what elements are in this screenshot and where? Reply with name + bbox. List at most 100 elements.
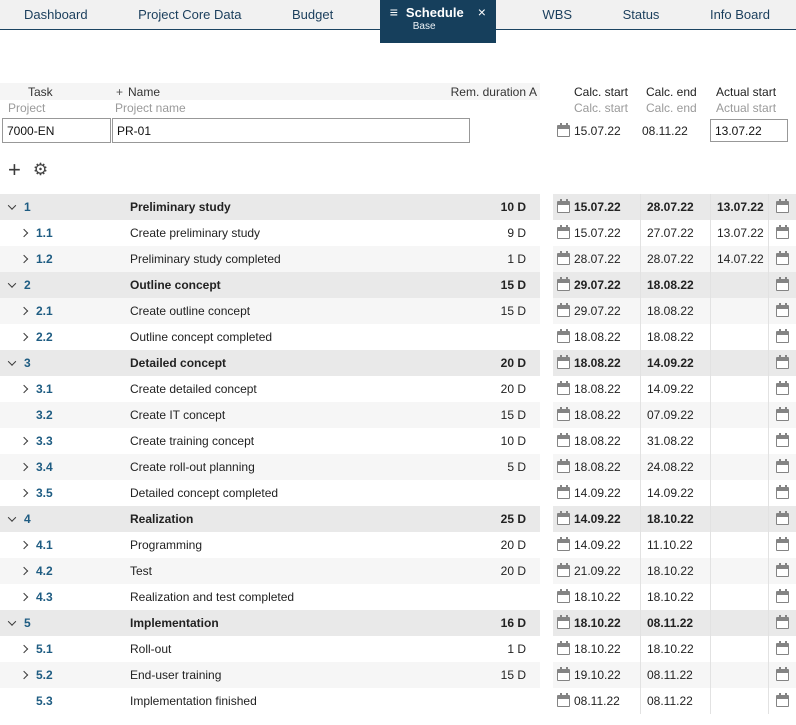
- task-number[interactable]: 3.5: [36, 486, 53, 500]
- tab-info-board[interactable]: Info Board: [706, 0, 774, 30]
- calendar-icon[interactable]: [557, 122, 570, 137]
- task-number[interactable]: 4: [24, 512, 31, 526]
- calendar-icon[interactable]: [557, 615, 570, 629]
- task-name[interactable]: Create training concept: [130, 434, 442, 448]
- calendar-icon[interactable]: [557, 381, 570, 395]
- task-number[interactable]: 4.3: [36, 590, 53, 604]
- calendar-icon[interactable]: [776, 485, 789, 499]
- task-name[interactable]: Create detailed concept: [130, 382, 442, 396]
- row-toggle[interactable]: [18, 592, 30, 602]
- row-toggle[interactable]: [6, 617, 18, 626]
- task-name[interactable]: Implementation: [130, 616, 442, 630]
- calendar-icon[interactable]: [557, 693, 570, 707]
- task-number[interactable]: 2.1: [36, 304, 53, 318]
- row-toggle[interactable]: [6, 513, 18, 522]
- task-number[interactable]: 3.2: [36, 408, 53, 422]
- row-toggle[interactable]: [18, 670, 30, 680]
- task-number[interactable]: 5: [24, 616, 31, 630]
- tab-wbs[interactable]: WBS: [538, 0, 576, 30]
- task-number[interactable]: 4.1: [36, 538, 53, 552]
- add-task-icon[interactable]: +: [8, 158, 21, 180]
- row-toggle[interactable]: [18, 384, 30, 394]
- calendar-icon[interactable]: [557, 303, 570, 317]
- calendar-icon[interactable]: [557, 511, 570, 525]
- panel-splitter[interactable]: [540, 83, 553, 100]
- calendar-icon[interactable]: [776, 329, 789, 343]
- row-toggle[interactable]: [18, 436, 30, 446]
- calendar-icon[interactable]: [557, 459, 570, 473]
- row-toggle[interactable]: [18, 412, 30, 418]
- calendar-icon[interactable]: [776, 641, 789, 655]
- calendar-icon[interactable]: [776, 615, 789, 629]
- row-toggle[interactable]: [18, 644, 30, 654]
- calendar-icon[interactable]: [776, 693, 789, 707]
- row-toggle[interactable]: [18, 462, 30, 472]
- tab-project-core-data[interactable]: Project Core Data: [134, 0, 245, 30]
- task-name[interactable]: Outline concept completed: [130, 330, 442, 344]
- task-number[interactable]: 3.1: [36, 382, 53, 396]
- calendar-icon[interactable]: [776, 667, 789, 681]
- calendar-icon[interactable]: [557, 407, 570, 421]
- row-toggle[interactable]: [18, 254, 30, 264]
- project-id-input[interactable]: [2, 118, 111, 143]
- task-name[interactable]: Detailed concept completed: [130, 486, 442, 500]
- calendar-icon[interactable]: [557, 355, 570, 369]
- task-name[interactable]: Detailed concept: [130, 356, 442, 370]
- project-actual-start-input[interactable]: [710, 119, 788, 142]
- calendar-icon[interactable]: [776, 277, 789, 291]
- task-name[interactable]: Outline concept: [130, 278, 442, 292]
- menu-icon[interactable]: ≡: [390, 4, 398, 20]
- task-number[interactable]: 1: [24, 200, 31, 214]
- calendar-icon[interactable]: [776, 199, 789, 213]
- task-number[interactable]: 5.1: [36, 642, 53, 656]
- task-name[interactable]: Create roll-out planning: [130, 460, 442, 474]
- calendar-icon[interactable]: [776, 225, 789, 239]
- task-name[interactable]: Roll-out: [130, 642, 442, 656]
- tab-dashboard[interactable]: Dashboard: [20, 0, 92, 30]
- calendar-icon[interactable]: [557, 537, 570, 551]
- calendar-icon[interactable]: [776, 433, 789, 447]
- row-toggle[interactable]: [18, 488, 30, 498]
- row-toggle[interactable]: [6, 279, 18, 288]
- calendar-icon[interactable]: [776, 303, 789, 317]
- task-name[interactable]: Preliminary study completed: [130, 252, 442, 266]
- calendar-icon[interactable]: [557, 277, 570, 291]
- task-number[interactable]: 5.2: [36, 668, 53, 682]
- project-name-input[interactable]: [112, 118, 470, 143]
- row-toggle[interactable]: [18, 698, 30, 704]
- calendar-icon[interactable]: [776, 511, 789, 525]
- calendar-icon[interactable]: [776, 251, 789, 265]
- task-name[interactable]: Programming: [130, 538, 442, 552]
- task-number[interactable]: 2: [24, 278, 31, 292]
- calendar-icon[interactable]: [557, 199, 570, 213]
- task-number[interactable]: 1.1: [36, 226, 53, 240]
- calendar-icon[interactable]: [776, 537, 789, 551]
- calendar-icon[interactable]: [557, 433, 570, 447]
- tab-schedule[interactable]: ≡ Schedule × Base: [379, 0, 496, 43]
- tab-budget[interactable]: Budget: [288, 0, 337, 30]
- task-name[interactable]: Test: [130, 564, 442, 578]
- settings-gear-icon[interactable]: ⚙: [33, 160, 48, 180]
- task-name[interactable]: Implementation finished: [130, 694, 442, 708]
- row-toggle[interactable]: [18, 306, 30, 316]
- calendar-icon[interactable]: [776, 589, 789, 603]
- calendar-icon[interactable]: [557, 563, 570, 577]
- task-number[interactable]: 3.4: [36, 460, 53, 474]
- row-toggle[interactable]: [18, 228, 30, 238]
- task-name[interactable]: Create preliminary study: [130, 226, 442, 240]
- add-column-icon[interactable]: +: [116, 85, 128, 99]
- calendar-icon[interactable]: [557, 251, 570, 265]
- calendar-icon[interactable]: [557, 485, 570, 499]
- calendar-icon[interactable]: [776, 563, 789, 577]
- task-name[interactable]: Realization and test completed: [130, 590, 442, 604]
- task-number[interactable]: 3.3: [36, 434, 53, 448]
- task-name[interactable]: End-user training: [130, 668, 442, 682]
- calendar-icon[interactable]: [776, 407, 789, 421]
- row-toggle[interactable]: [18, 332, 30, 342]
- task-name[interactable]: Create IT concept: [130, 408, 442, 422]
- row-toggle[interactable]: [18, 566, 30, 576]
- tab-status[interactable]: Status: [619, 0, 664, 30]
- calendar-icon[interactable]: [557, 589, 570, 603]
- calendar-icon[interactable]: [776, 355, 789, 369]
- close-icon[interactable]: ×: [478, 4, 486, 20]
